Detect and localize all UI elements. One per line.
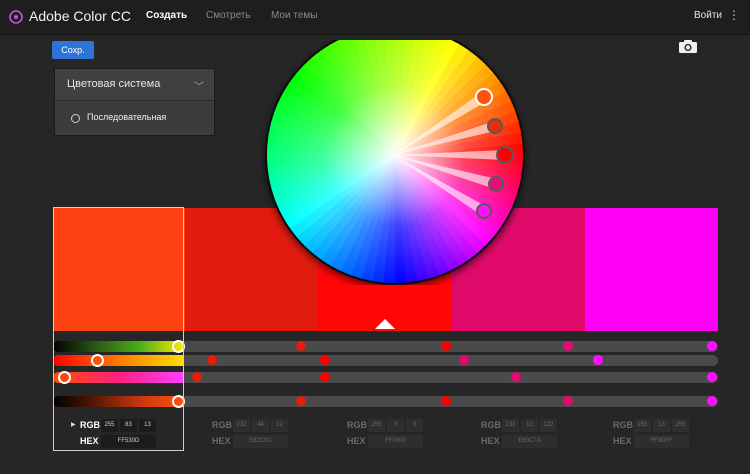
- slider-handle-selected[interactable]: [172, 395, 185, 408]
- base-color-marker[interactable]: [375, 319, 395, 329]
- expand-triangle-icon[interactable]: ▶: [71, 421, 76, 428]
- slider-handle[interactable]: [296, 396, 306, 406]
- hex-input[interactable]: FF530D: [101, 435, 156, 448]
- hex-label: HEX: [347, 436, 366, 446]
- slider-handle-selected[interactable]: [58, 371, 71, 384]
- radio-option[interactable]: [71, 114, 80, 123]
- rgb-b-input[interactable]: 122: [540, 419, 557, 432]
- rgb-g-input[interactable]: 44: [252, 419, 269, 432]
- rgb-b-input[interactable]: 13: [139, 419, 156, 432]
- wheel-handle[interactable]: [488, 176, 504, 192]
- slider-handle[interactable]: [511, 372, 521, 382]
- hex-input[interactable]: FF0DFF: [634, 435, 689, 448]
- adobe-color-logo-icon[interactable]: [8, 9, 24, 25]
- rgb-label: RGB: [481, 420, 501, 430]
- swatch-1[interactable]: [53, 208, 185, 331]
- login-link[interactable]: Войти: [694, 10, 722, 21]
- swatch-values-4: RGB 232 12 122 HEX E80C7A: [452, 417, 585, 451]
- hex-label: HEX: [613, 436, 632, 446]
- rgb-label: RGB: [613, 420, 633, 430]
- rgb-r-input[interactable]: 255: [368, 419, 385, 432]
- slider-handle[interactable]: [563, 396, 573, 406]
- swatch-values-1: ▶ RGB 255 83 13 HEX FF530D: [53, 417, 185, 451]
- swatch-values-3: RGB 255 0 0 HEX FF0000: [318, 417, 452, 451]
- app-title[interactable]: Adobe Color CC: [29, 8, 131, 24]
- rgb-label: RGB: [212, 420, 232, 430]
- color-wheel[interactable]: [260, 40, 530, 285]
- slider-gradient[interactable]: [53, 372, 184, 383]
- nav-create[interactable]: Создать: [146, 10, 187, 21]
- camera-icon[interactable]: [678, 39, 698, 54]
- slider-handle[interactable]: [707, 396, 717, 406]
- slider-handle[interactable]: [192, 372, 202, 382]
- rgb-g-input[interactable]: 12: [521, 419, 538, 432]
- rgb-g-input[interactable]: 13: [653, 419, 670, 432]
- more-menu-icon[interactable]: ⋮: [728, 9, 740, 21]
- rgb-b-input[interactable]: 0: [406, 419, 423, 432]
- rgb-b-input[interactable]: 12: [271, 419, 288, 432]
- hex-label: HEX: [212, 436, 231, 446]
- wheel-handle[interactable]: [475, 88, 493, 106]
- rgb-r-input[interactable]: 255: [101, 419, 118, 432]
- slider-handle[interactable]: [593, 355, 603, 365]
- slider-gradient[interactable]: [53, 396, 184, 407]
- slider-handle[interactable]: [320, 355, 330, 365]
- wheel-handle[interactable]: [476, 203, 492, 219]
- rgb-label: RGB: [80, 420, 100, 430]
- slider-handle-selected[interactable]: [172, 340, 185, 353]
- rgb-r-input[interactable]: 232: [233, 419, 250, 432]
- color-system-option-label: Последовательная: [87, 112, 167, 122]
- rgb-r-input[interactable]: 255: [634, 419, 651, 432]
- rgb-b-input[interactable]: 255: [672, 419, 689, 432]
- hex-input[interactable]: E82C0C: [233, 435, 288, 448]
- swatch-values-2: RGB 232 44 12 HEX E82C0C: [185, 417, 318, 451]
- swatch-5[interactable]: [585, 208, 718, 331]
- slider-handle[interactable]: [563, 341, 573, 351]
- slider-handle[interactable]: [459, 355, 469, 365]
- slider-gradient[interactable]: [53, 355, 184, 366]
- chevron-down-icon[interactable]: ﹀: [194, 78, 204, 93]
- slider-handle[interactable]: [707, 341, 717, 351]
- color-system-dropdown[interactable]: Цветовая система ﹀: [55, 69, 214, 101]
- nav-my-themes[interactable]: Мои темы: [271, 10, 317, 21]
- top-bar: Adobe Color CC Создать Смотреть Мои темы…: [0, 0, 750, 35]
- nav-explore[interactable]: Смотреть: [206, 10, 251, 21]
- slider-handle[interactable]: [441, 341, 451, 351]
- slider-gradient[interactable]: [53, 341, 184, 352]
- rgb-label: RGB: [347, 420, 367, 430]
- color-system-title: Цветовая система: [67, 78, 161, 90]
- wheel-handle[interactable]: [487, 118, 503, 134]
- slider-handle[interactable]: [707, 372, 717, 382]
- slider-handle[interactable]: [441, 396, 451, 406]
- wheel-handle[interactable]: [496, 146, 514, 164]
- slider-handle[interactable]: [207, 355, 217, 365]
- slider-handle[interactable]: [296, 341, 306, 351]
- rgb-g-input[interactable]: 83: [120, 419, 137, 432]
- rgb-r-input[interactable]: 232: [502, 419, 519, 432]
- hex-label: HEX: [481, 436, 500, 446]
- save-button[interactable]: Сохр.: [52, 41, 94, 59]
- slider-handle-selected[interactable]: [91, 354, 104, 367]
- color-system-panel: Цветовая система ﹀ Последовательная: [54, 68, 215, 136]
- slider-handle[interactable]: [320, 372, 330, 382]
- rgb-g-input[interactable]: 0: [387, 419, 404, 432]
- hex-input[interactable]: E80C7A: [502, 435, 557, 448]
- hex-label: HEX: [80, 436, 99, 446]
- hex-input[interactable]: FF0000: [368, 435, 423, 448]
- swatch-values-5: RGB 255 13 255 HEX FF0DFF: [585, 417, 718, 451]
